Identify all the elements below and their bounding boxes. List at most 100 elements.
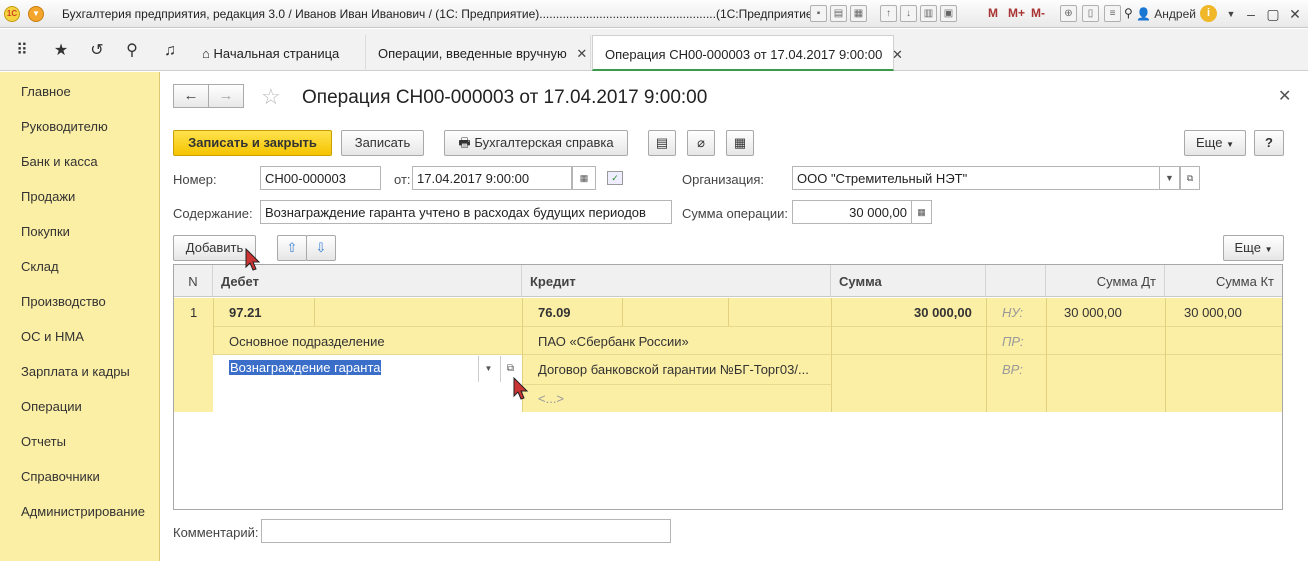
memory-minus-button[interactable]: M- xyxy=(1031,6,1045,20)
download-icon[interactable]: ↓ xyxy=(900,5,917,22)
sidebar-item-reports[interactable]: Отчеты xyxy=(21,434,66,449)
debit-account[interactable]: 97.21 xyxy=(229,305,262,320)
debit-subconto-2-input[interactable]: Вознаграждение гаранта xyxy=(229,360,382,375)
save-close-button[interactable]: Записать и закрыть xyxy=(173,130,332,156)
table-more-button[interactable]: Еще ▼ xyxy=(1223,235,1284,261)
col-divider xyxy=(314,298,315,326)
preview-icon[interactable]: ▦ xyxy=(850,5,867,22)
sidebar-item-directories[interactable]: Справочники xyxy=(21,469,100,484)
attachment-icon[interactable]: ⌀ xyxy=(687,130,715,156)
memory-button[interactable]: M xyxy=(988,6,998,20)
favorite-star-icon[interactable]: ☆ xyxy=(261,84,281,110)
sidebar-item-warehouse[interactable]: Склад xyxy=(21,259,59,274)
credit-subconto-2[interactable]: Договор банковской гарантии №БГ-Торг03/.… xyxy=(538,362,809,377)
back-button[interactable]: ← xyxy=(173,84,209,108)
close-tab-icon[interactable]: ✕ xyxy=(576,46,587,61)
document-icon[interactable]: ▤ xyxy=(648,130,676,156)
bell-icon[interactable]: ♫ xyxy=(160,41,180,61)
add-row-button[interactable]: Добавить xyxy=(173,235,256,261)
favorites-star-icon[interactable]: ★ xyxy=(51,41,71,61)
upload-icon[interactable]: ↑ xyxy=(880,5,897,22)
sidebar-item-production[interactable]: Производство xyxy=(21,294,106,309)
maximize-button[interactable]: ▢ xyxy=(1264,5,1282,23)
sidebar-item-sales[interactable]: Продажи xyxy=(21,189,75,204)
debit-dropdown-icon[interactable]: ▼ xyxy=(478,356,498,382)
sidebar-item-bank[interactable]: Банк и касса xyxy=(21,154,98,169)
close-form-icon[interactable]: ✕ xyxy=(1278,86,1291,106)
content-input[interactable]: Вознаграждение гаранта учтено в расходах… xyxy=(260,200,672,224)
move-up-icon[interactable]: ⇧ xyxy=(277,235,307,261)
col-divider xyxy=(728,298,729,326)
operation-form: ← → ☆ Операция СН00-000003 от 17.04.2017… xyxy=(160,72,1308,561)
row-divider xyxy=(522,384,831,385)
close-tab-icon[interactable]: ✕ xyxy=(892,47,903,62)
printer-icon: 🖶 xyxy=(458,135,471,150)
col-divider xyxy=(1165,298,1166,412)
help-button[interactable]: ? xyxy=(1254,130,1284,156)
user-name[interactable]: 👤 Андрей xyxy=(1136,7,1196,21)
check-date-icon[interactable]: ✓ xyxy=(607,171,623,185)
sidebar-item-purchases[interactable]: Покупки xyxy=(21,224,70,239)
panel-icon[interactable]: ▯ xyxy=(1082,5,1099,22)
forward-button[interactable]: → xyxy=(208,84,244,108)
report-button[interactable]: 🖶 Бухгалтерская справка xyxy=(444,130,628,156)
minimize-button[interactable]: – xyxy=(1242,5,1260,23)
credit-subconto-3[interactable]: <...> xyxy=(538,391,564,406)
row-divider xyxy=(213,326,1282,327)
sidebar-item-payroll[interactable]: Зарплата и кадры xyxy=(21,364,130,379)
list-icon[interactable]: ≡ xyxy=(1104,5,1121,22)
zoom-icon[interactable]: ⊕ xyxy=(1060,5,1077,22)
more-button[interactable]: Еще ▼ xyxy=(1184,130,1246,156)
main-menu-icon[interactable]: ▼ xyxy=(28,6,44,22)
tax-vr-label: ВР: xyxy=(1002,362,1023,377)
search-icon[interactable]: ⚲ xyxy=(122,41,142,61)
info-icon[interactable]: i xyxy=(1200,5,1217,22)
calendar-icon[interactable]: ▦ xyxy=(572,166,596,190)
credit-account[interactable]: 76.09 xyxy=(538,305,571,320)
print-icon[interactable]: ▤ xyxy=(830,5,847,22)
number-input[interactable]: СН00-000003 xyxy=(260,166,381,190)
debit-subconto-1[interactable]: Основное подразделение xyxy=(229,334,385,349)
col-header-credit[interactable]: Кредит xyxy=(522,265,831,297)
col-header-sum-dt[interactable]: Сумма Дт xyxy=(1046,265,1165,297)
org-dropdown-icon[interactable]: ▼ xyxy=(1160,166,1180,190)
tab-home[interactable]: ⌂ Начальная страница xyxy=(190,35,366,71)
sidebar-item-fixed-assets[interactable]: ОС и НМА xyxy=(21,329,84,344)
credit-subconto-1[interactable]: ПАО «Сбербанк России» xyxy=(538,334,689,349)
info-menu-icon[interactable]: ▼ xyxy=(1222,5,1240,23)
sum-calculator-icon[interactable]: ▦ xyxy=(912,200,932,224)
date-input[interactable]: 17.04.2017 9:00:00 xyxy=(412,166,572,190)
comment-input[interactable] xyxy=(261,519,671,543)
col-header-sum[interactable]: Сумма xyxy=(831,265,986,297)
tab-operation[interactable]: Операция СН00-000003 от 17.04.2017 9:00:… xyxy=(592,35,903,71)
row-sum[interactable]: 30 000,00 xyxy=(914,305,972,320)
sum-input[interactable]: 30 000,00 xyxy=(792,200,912,224)
calculator-icon[interactable]: ▦ xyxy=(726,130,754,156)
apps-grid-icon[interactable]: ⠿ xyxy=(12,41,32,61)
calculator-icon[interactable]: ▥ xyxy=(920,5,937,22)
settings-icon[interactable]: ⚲ xyxy=(1124,6,1133,20)
sidebar-item-main[interactable]: Главное xyxy=(21,84,71,99)
org-input[interactable]: ООО "Стремительный НЭТ" xyxy=(792,166,1160,190)
sidebar-item-admin[interactable]: Администрирование xyxy=(21,504,145,519)
close-window-button[interactable]: ✕ xyxy=(1286,5,1304,23)
table-row[interactable]: 1 97.21 Основное подразделение 76.09 ПАО… xyxy=(174,298,1282,412)
sidebar-item-operations[interactable]: Операции xyxy=(21,399,82,414)
row-sum-dt[interactable]: 30 000,00 xyxy=(1064,305,1122,320)
org-open-icon[interactable]: ⧉ xyxy=(1180,166,1200,190)
save-button[interactable]: Записать xyxy=(341,130,424,156)
col-divider xyxy=(986,298,987,412)
col-header-sum-kt[interactable]: Сумма Кт xyxy=(1165,265,1282,297)
col-header-n[interactable]: N xyxy=(174,265,213,297)
memory-plus-button[interactable]: M+ xyxy=(1008,6,1025,20)
save-icon[interactable]: ▪ xyxy=(810,5,827,22)
move-down-icon[interactable]: ⇩ xyxy=(306,235,336,261)
history-icon[interactable]: ↺ xyxy=(87,41,107,61)
report-button-label: Бухгалтерская справка xyxy=(474,135,614,150)
col-header-tax[interactable] xyxy=(986,265,1046,297)
sidebar-item-manager[interactable]: Руководителю xyxy=(21,119,108,134)
tab-manual-operations[interactable]: Операции, введенные вручную ✕ xyxy=(366,35,591,71)
sidebar: Главное Руководителю Банк и касса Продаж… xyxy=(0,72,160,561)
row-sum-kt[interactable]: 30 000,00 xyxy=(1184,305,1242,320)
calendar-icon[interactable]: ▣ xyxy=(940,5,957,22)
